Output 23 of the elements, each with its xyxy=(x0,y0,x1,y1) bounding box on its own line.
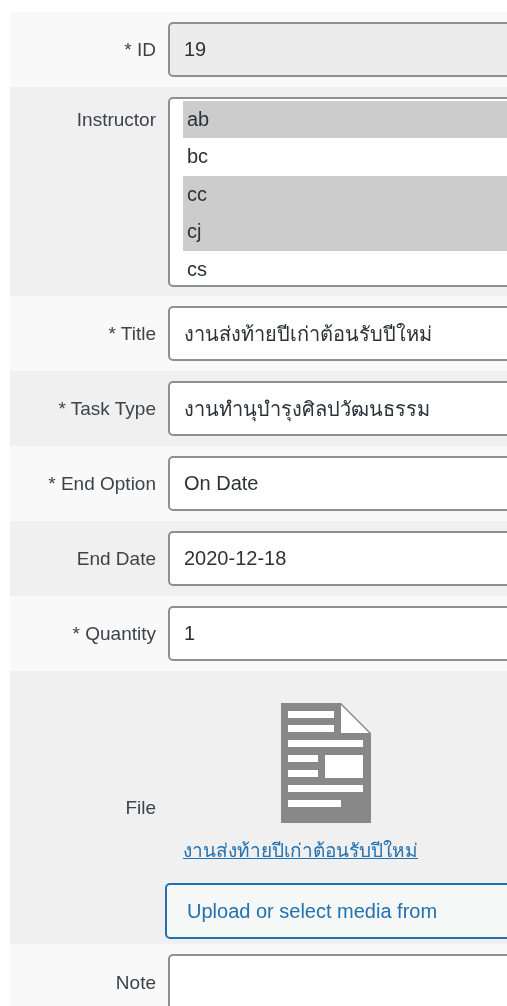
document-icon xyxy=(281,703,371,823)
list-option[interactable]: ab xyxy=(183,101,507,139)
upload-button[interactable]: Upload or select media from xyxy=(165,883,507,939)
file-link[interactable]: งานส่งท้ายปีเก่าต้อนรับปีใหม่ xyxy=(183,835,418,865)
field-label: * End Option xyxy=(47,472,156,495)
field-label: * Quantity xyxy=(71,622,156,645)
input-field[interactable]: 1 xyxy=(168,606,507,661)
field-label: * Task Type xyxy=(57,397,156,420)
input-field[interactable]: งานส่งท้ายปีเก่าต้อนรับปีใหม่ xyxy=(168,306,507,361)
field-label: End Date xyxy=(75,547,156,570)
field-label: * Title xyxy=(107,322,156,345)
list-option[interactable]: cs xyxy=(183,250,507,285)
input-field[interactable]: งานทำนุบำรุงศิลปวัฒนธรรม xyxy=(168,381,507,436)
list-option[interactable]: cc xyxy=(183,175,507,214)
list-box[interactable]: ab bc cc cj cs xyxy=(168,97,507,287)
list-option[interactable]: cj xyxy=(183,213,507,251)
field-label: * ID xyxy=(123,38,156,61)
list-option[interactable]: bc xyxy=(183,138,507,176)
input-field[interactable]: 2020-12-18 xyxy=(168,531,507,586)
field-label: Instructor xyxy=(75,108,156,131)
field-label: File xyxy=(124,796,156,819)
input-field[interactable]: On Date xyxy=(168,456,507,511)
field-label: Note xyxy=(114,971,156,994)
